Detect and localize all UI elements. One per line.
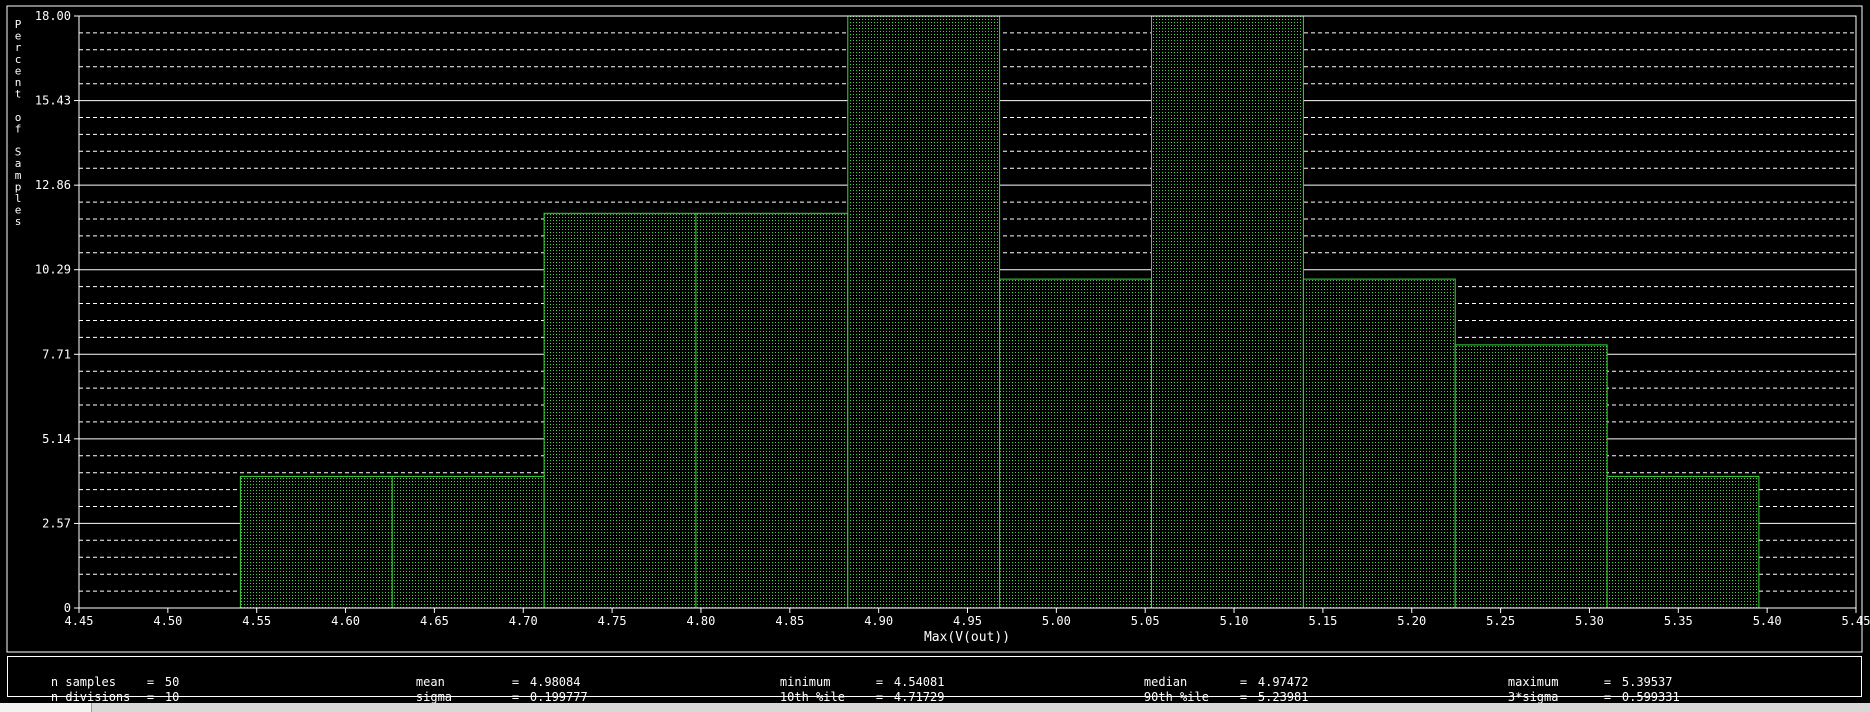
y-tick-label: 18.00 bbox=[35, 9, 71, 23]
x-tick-label: 5.10 bbox=[1220, 614, 1249, 628]
x-tick-label: 5.15 bbox=[1308, 614, 1337, 628]
bars-layer bbox=[239, 15, 1760, 609]
x-tick-label: 5.35 bbox=[1664, 614, 1693, 628]
y-axis-label-char: s bbox=[15, 215, 22, 228]
histogram-bar-3 bbox=[543, 212, 697, 609]
stat-sigma: sigma = 0.199777 bbox=[415, 690, 588, 704]
histogram-bar-2 bbox=[391, 475, 545, 609]
histogram-bar-5 bbox=[847, 15, 1001, 609]
y-axis-label-char: t bbox=[15, 88, 22, 101]
y-tick-label: 2.57 bbox=[42, 516, 71, 530]
stat-90th-percentile: 90th %ile = 5.23981 bbox=[1143, 690, 1309, 704]
y-tick-label: 5.14 bbox=[42, 432, 71, 446]
x-tick-label: 5.00 bbox=[1042, 614, 1071, 628]
histogram-bar-6 bbox=[999, 278, 1152, 609]
x-tick-label: 4.85 bbox=[775, 614, 804, 628]
x-tick-label: 4.80 bbox=[686, 614, 715, 628]
x-axis-label: Max(V(out)) bbox=[924, 630, 1010, 645]
x-tick-label: 4.45 bbox=[65, 614, 94, 628]
x-tick-label: 4.60 bbox=[331, 614, 360, 628]
statistics-panel: n samples = 50 n divisions = 10 mean = 4.98084… bbox=[7, 656, 1862, 704]
y-tick-label: 7.71 bbox=[42, 347, 71, 361]
histogram-bar-4 bbox=[695, 212, 849, 609]
x-tick-label: 4.95 bbox=[953, 614, 982, 628]
x-tick-label: 5.20 bbox=[1397, 614, 1426, 628]
x-tick-label: 5.45 bbox=[1842, 614, 1870, 628]
x-tick-label: 5.05 bbox=[1131, 614, 1160, 628]
histogram-bar-1 bbox=[239, 475, 393, 609]
x-tick-label: 4.75 bbox=[598, 614, 627, 628]
window-tab[interactable] bbox=[0, 703, 92, 712]
histogram-chart: 4.45 4.50 4.55 4.60 4.65 4.70 4.75 4.80 4.85 4.90… bbox=[6, 5, 1870, 653]
histogram-bar-9 bbox=[1454, 344, 1608, 609]
histogram-bar-10 bbox=[1606, 475, 1760, 609]
x-tick-label: 5.40 bbox=[1753, 614, 1782, 628]
window-bottom-strip bbox=[0, 703, 1870, 712]
y-tick-label: 0 bbox=[64, 601, 71, 615]
histogram-bar-7 bbox=[1151, 15, 1304, 609]
x-tick-label: 4.55 bbox=[242, 614, 271, 628]
x-tick-label: 5.30 bbox=[1575, 614, 1604, 628]
x-tick-label: 4.50 bbox=[153, 614, 182, 628]
stat-3-sigma: 3*sigma = 0.599331 bbox=[1507, 690, 1680, 704]
y-tick-label: 10.29 bbox=[35, 263, 71, 277]
stat-n-divisions: n divisions = 10 bbox=[50, 690, 180, 704]
x-tick-label: 4.70 bbox=[509, 614, 538, 628]
stat-10th-percentile: 10th %ile = 4.71729 bbox=[779, 690, 945, 704]
x-tick-label: 5.25 bbox=[1486, 614, 1515, 628]
y-axis-label: PercentofSamples bbox=[15, 18, 22, 228]
y-tick-label: 12.86 bbox=[35, 178, 71, 192]
y-axis-label-char: f bbox=[15, 122, 22, 135]
x-tick-label: 4.90 bbox=[864, 614, 893, 628]
histogram-bar-8 bbox=[1302, 278, 1456, 609]
y-tick-label: 15.43 bbox=[35, 94, 71, 108]
x-tick-label: 4.65 bbox=[420, 614, 449, 628]
